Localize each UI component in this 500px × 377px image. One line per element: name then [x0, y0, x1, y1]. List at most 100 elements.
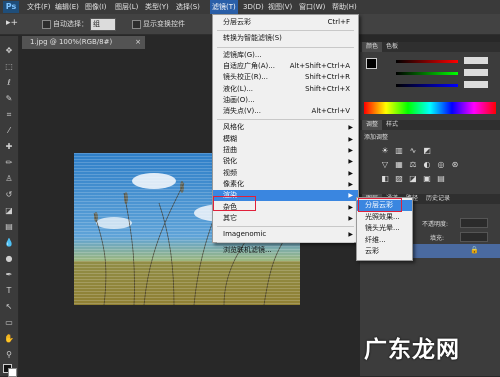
fill-field[interactable] — [460, 232, 488, 242]
history-brush-icon[interactable]: ↺ — [4, 190, 14, 200]
close-icon[interactable]: × — [135, 36, 141, 49]
invert-icon[interactable]: ◧ — [380, 174, 390, 184]
menu-layer[interactable]: 图层(L) — [115, 0, 138, 14]
menu-3d[interactable]: 3D(D) — [243, 0, 264, 14]
channel-mixer-icon[interactable]: ⊛ — [450, 160, 460, 170]
blur-tool-icon[interactable]: 💧 — [4, 238, 14, 248]
submenu-arrow-icon: ▶ — [348, 180, 353, 188]
eyedropper-icon[interactable]: ⁄ — [4, 126, 14, 136]
filter-menu-item[interactable]: 模糊 ▶ — [213, 134, 358, 145]
tab-adjustments[interactable]: 调整 — [362, 120, 383, 130]
render-submenu-item[interactable]: 光照效果... — [357, 212, 412, 223]
green-value-field[interactable] — [464, 69, 488, 76]
hand-tool-icon[interactable]: ✋ — [4, 334, 14, 344]
dodge-tool-icon[interactable]: ● — [4, 254, 14, 264]
type-tool-icon[interactable]: T — [4, 286, 14, 296]
filter-menu-item[interactable]: 锐化 ▶ — [213, 156, 358, 167]
lasso-tool-icon[interactable]: ℓ — [4, 78, 14, 88]
move-tool-icon[interactable]: ▸+ — [6, 18, 18, 28]
stamp-tool-icon[interactable]: ♙ — [4, 174, 14, 184]
filter-menu-item[interactable]: 滤镜库(G)... — [213, 50, 358, 61]
gradient-map-icon[interactable]: ▤ — [436, 174, 446, 184]
selective-color-icon[interactable]: ▣ — [422, 174, 432, 184]
marquee-tool-icon[interactable]: ⬚ — [4, 62, 14, 72]
menu-file[interactable]: 文件(F) — [27, 0, 51, 14]
menu-image[interactable]: 图像(I) — [85, 0, 107, 14]
transform-controls-checkbox[interactable] — [132, 20, 141, 29]
filter-menu-item-label: 浏览联机滤镜... — [223, 246, 272, 255]
tab-history[interactable]: 历史记录 — [422, 194, 454, 204]
curves-icon[interactable]: ∿ — [408, 146, 418, 156]
tab-color[interactable]: 颜色 — [362, 42, 383, 52]
render-submenu-item[interactable]: 镜头光晕... — [357, 223, 412, 234]
filter-menu-item[interactable]: 视频 ▶ — [213, 168, 358, 179]
filter-menu-item[interactable]: 液化(L)... Shift+Ctrl+X — [213, 84, 358, 95]
zoom-tool-icon[interactable]: ⚲ — [4, 350, 14, 360]
filter-menu-item[interactable]: 扭曲 ▶ — [213, 145, 358, 156]
healing-brush-icon[interactable]: ✚ — [4, 142, 14, 152]
move-tool-icon[interactable]: ✥ — [4, 46, 14, 56]
brush-tool-icon[interactable]: ✏ — [4, 158, 14, 168]
auto-select-checkbox[interactable] — [42, 20, 51, 29]
filter-menu-item[interactable]: 消失点(V)... Alt+Ctrl+V — [213, 106, 358, 117]
eraser-tool-icon[interactable]: ◪ — [4, 206, 14, 216]
gradient-tool-icon[interactable]: ▤ — [4, 222, 14, 232]
opacity-label: 不透明度: — [422, 221, 449, 228]
menu-separator — [217, 46, 354, 48]
threshold-icon[interactable]: ◪ — [408, 174, 418, 184]
menu-select[interactable]: 选择(S) — [176, 0, 200, 14]
filter-menu-item[interactable]: 自适应广角(A)... Alt+Shift+Ctrl+A — [213, 61, 358, 72]
menu-help[interactable]: 帮助(H) — [332, 0, 357, 14]
filter-menu-item[interactable]: 镜头校正(R)... Shift+Ctrl+R — [213, 72, 358, 83]
exposure-icon[interactable]: ◩ — [422, 146, 432, 156]
path-select-icon[interactable]: ↖ — [4, 302, 14, 312]
color-balance-icon[interactable]: ⚖ — [408, 160, 418, 170]
tab-swatches[interactable]: 色板 — [382, 42, 402, 52]
shape-tool-icon[interactable]: ▭ — [4, 318, 14, 328]
filter-menu-item[interactable]: 分层云彩 Ctrl+F — [213, 17, 358, 28]
filter-menu-item-label: 自适应广角(A)... — [223, 61, 275, 70]
brightness-icon[interactable]: ☀ — [380, 146, 390, 156]
filter-menu-item[interactable]: 风格化 ▶ — [213, 122, 358, 133]
red-slider[interactable] — [396, 60, 458, 63]
auto-select-dropdown[interactable]: 组 — [90, 18, 116, 31]
color-spectrum-bar[interactable] — [364, 102, 496, 114]
menu-filter[interactable]: 滤镜(T) — [210, 0, 238, 14]
menu-view[interactable]: 视图(V) — [268, 0, 292, 14]
render-submenu-item[interactable]: 云彩 — [357, 246, 412, 257]
filter-menu-item[interactable]: 浏览联机滤镜... — [213, 245, 358, 256]
blue-value-field[interactable] — [464, 81, 488, 88]
levels-icon[interactable]: ▥ — [394, 146, 404, 156]
photo-filter-icon[interactable]: ◎ — [436, 160, 446, 170]
shortcut-label: Alt+Shift+Ctrl+A — [289, 61, 350, 70]
crop-tool-icon[interactable]: ⌗ — [4, 110, 14, 120]
menu-type[interactable]: 类型(Y) — [145, 0, 169, 14]
submenu-arrow-icon: ▶ — [348, 124, 353, 132]
filter-menu-item[interactable]: 像素化 ▶ — [213, 179, 358, 190]
posterize-icon[interactable]: ▨ — [394, 174, 404, 184]
menu-window[interactable]: 窗口(W) — [299, 0, 325, 14]
filter-menu-item-label: 其它 — [223, 213, 237, 222]
tab-styles[interactable]: 样式 — [382, 120, 402, 130]
filter-menu-item[interactable]: 油画(O)... — [213, 95, 358, 106]
toolbox: ✥ ⬚ ℓ ✎ ⌗ ⁄ ✚ ✏ ♙ ↺ ◪ ▤ 💧 ● ✒ T ↖ ▭ ✋ ⚲ — [0, 36, 19, 377]
color-fg-swatch[interactable] — [366, 58, 377, 69]
render-submenu-item[interactable]: 纤维... — [357, 235, 412, 246]
hue-saturation-icon[interactable]: ▦ — [394, 160, 404, 170]
opacity-field[interactable] — [460, 218, 488, 228]
vibrance-icon[interactable]: ▽ — [380, 160, 390, 170]
filter-menu-item[interactable]: 其它 ▶ — [213, 213, 358, 224]
color-panel-tabs: 颜色 色板 — [360, 42, 500, 52]
black-white-icon[interactable]: ◐ — [422, 160, 432, 170]
shortcut-label: Shift+Ctrl+R — [305, 73, 350, 82]
green-slider[interactable] — [396, 72, 458, 75]
blue-slider[interactable] — [396, 84, 458, 87]
red-value-field[interactable] — [464, 57, 488, 64]
pen-tool-icon[interactable]: ✒ — [4, 270, 14, 280]
quick-select-icon[interactable]: ✎ — [4, 94, 14, 104]
document-tab[interactable]: 1.jpg @ 100%(RGB/8#) × — [22, 36, 145, 49]
menu-edit[interactable]: 编辑(E) — [55, 0, 79, 14]
submenu-arrow-icon: ▶ — [348, 203, 353, 211]
filter-menu-item[interactable]: Imagenomic ▶ — [213, 229, 358, 240]
filter-menu-item[interactable]: 转换为智能滤镜(S) — [213, 33, 358, 44]
